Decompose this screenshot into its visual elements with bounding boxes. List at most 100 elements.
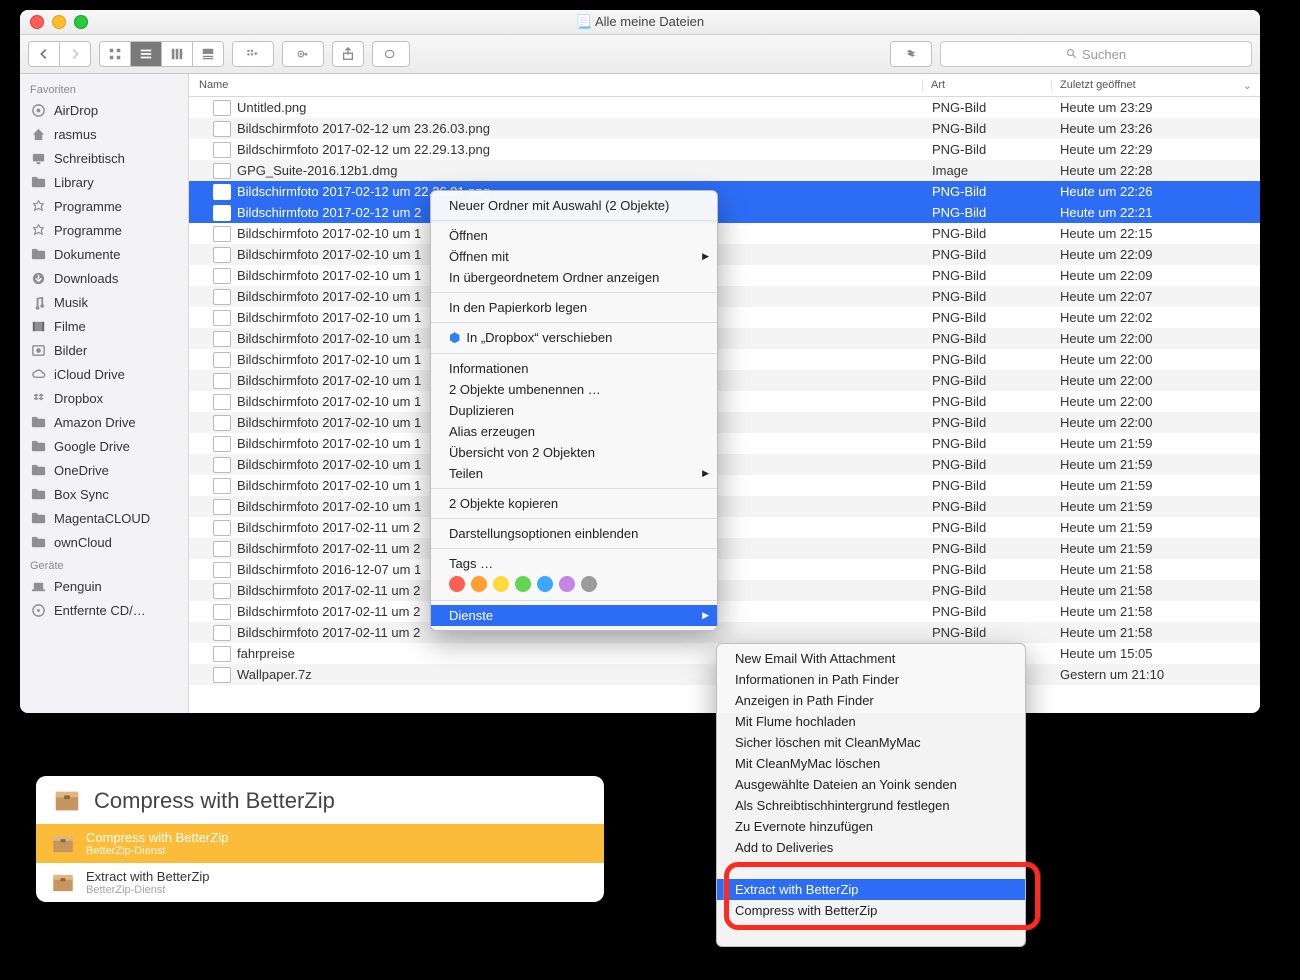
file-row[interactable]: Bildschirmfoto 2017-02-10 um 1PNG-BildHe… bbox=[189, 391, 1260, 412]
menu-services[interactable]: Dienste bbox=[431, 605, 717, 626]
sidebar-item[interactable]: Schreibtisch bbox=[20, 146, 188, 170]
tag-color[interactable] bbox=[559, 576, 575, 592]
file-row[interactable]: Bildschirmfoto 2017-02-10 um 1PNG-BildHe… bbox=[189, 496, 1260, 517]
sidebar-item[interactable]: AirDrop bbox=[20, 98, 188, 122]
services-menu-item[interactable]: Compress with BetterZip bbox=[717, 900, 1025, 921]
tag-color[interactable] bbox=[581, 576, 597, 592]
services-menu-item[interactable]: Add to Deliveries bbox=[717, 837, 1025, 858]
sidebar-device[interactable]: Entfernte CD/… bbox=[20, 598, 188, 622]
file-row[interactable]: Bildschirmfoto 2017-02-10 um 1PNG-BildHe… bbox=[189, 223, 1260, 244]
sidebar-item[interactable]: Programme bbox=[20, 218, 188, 242]
menu-reveal[interactable]: In übergeordnetem Ordner anzeigen bbox=[431, 267, 717, 288]
menu-open[interactable]: Öffnen bbox=[431, 225, 717, 246]
sidebar-item[interactable]: Musik bbox=[20, 290, 188, 314]
tags-button[interactable] bbox=[373, 42, 409, 66]
forward-button[interactable] bbox=[60, 42, 90, 66]
sidebar-item[interactable]: Box Sync bbox=[20, 482, 188, 506]
file-row[interactable]: Bildschirmfoto 2017-02-10 um 1PNG-BildHe… bbox=[189, 475, 1260, 496]
file-row[interactable]: Bildschirmfoto 2017-02-11 um 2PNG-BildHe… bbox=[189, 538, 1260, 559]
sidebar-item[interactable]: Google Drive bbox=[20, 434, 188, 458]
file-row[interactable]: Bildschirmfoto 2017-02-12 um 22.29.13.pn… bbox=[189, 139, 1260, 160]
column-date[interactable]: Zuletzt geöffnet bbox=[1051, 79, 1260, 91]
file-row[interactable]: Bildschirmfoto 2017-02-10 um 1PNG-BildHe… bbox=[189, 433, 1260, 454]
file-row[interactable]: Untitled.pngPNG-BildHeute um 23:29 bbox=[189, 97, 1260, 118]
file-row[interactable]: Bildschirmfoto 2017-02-10 um 1PNG-BildHe… bbox=[189, 370, 1260, 391]
sidebar-item[interactable]: Dropbox bbox=[20, 386, 188, 410]
file-row[interactable]: Bildschirmfoto 2017-02-10 um 1PNG-BildHe… bbox=[189, 307, 1260, 328]
file-row[interactable]: Bildschirmfoto 2017-02-12 um 2PNG-BildHe… bbox=[189, 202, 1260, 223]
list-view-button[interactable] bbox=[131, 42, 162, 66]
services-menu-item[interactable]: Mit Flume hochladen bbox=[717, 711, 1025, 732]
services-menu-item[interactable] bbox=[717, 858, 1025, 879]
column-view-button[interactable] bbox=[162, 42, 193, 66]
share-button[interactable] bbox=[333, 42, 363, 66]
menu-quicklook[interactable]: Übersicht von 2 Objekten bbox=[431, 442, 717, 463]
menu-dropbox[interactable]: ⬢In „Dropbox“ verschieben bbox=[431, 327, 717, 349]
spotlight-result[interactable]: Compress with BetterZipBetterZip-Dienst bbox=[36, 824, 604, 863]
menu-share[interactable]: Teilen bbox=[431, 463, 717, 484]
tag-color[interactable] bbox=[515, 576, 531, 592]
arrange-button[interactable] bbox=[233, 42, 273, 66]
search-field[interactable]: Suchen bbox=[940, 41, 1252, 67]
sidebar-device[interactable]: Penguin bbox=[20, 574, 188, 598]
spotlight-result[interactable]: Extract with BetterZipBetterZip-Dienst bbox=[36, 863, 604, 902]
file-row[interactable]: Bildschirmfoto 2017-02-11 um 2PNG-BildHe… bbox=[189, 580, 1260, 601]
sidebar-item[interactable]: iCloud Drive bbox=[20, 362, 188, 386]
sidebar-item[interactable]: Dokumente bbox=[20, 242, 188, 266]
sidebar-item[interactable]: Downloads bbox=[20, 266, 188, 290]
file-row[interactable]: Bildschirmfoto 2017-02-10 um 1PNG-BildHe… bbox=[189, 328, 1260, 349]
services-menu-item[interactable]: Sicher löschen mit CleanMyMac bbox=[717, 732, 1025, 753]
action-button[interactable] bbox=[283, 42, 323, 66]
file-row[interactable]: Bildschirmfoto 2017-02-10 um 1PNG-BildHe… bbox=[189, 349, 1260, 370]
coverflow-view-button[interactable] bbox=[193, 42, 223, 66]
file-row[interactable]: Bildschirmfoto 2016-12-07 um 1PNG-BildHe… bbox=[189, 559, 1260, 580]
file-row[interactable]: Bildschirmfoto 2017-02-12 um 23.26.03.pn… bbox=[189, 118, 1260, 139]
file-row[interactable]: GPG_Suite-2016.12b1.dmgImageHeute um 22:… bbox=[189, 160, 1260, 181]
file-row[interactable]: Bildschirmfoto 2017-02-10 um 1PNG-BildHe… bbox=[189, 244, 1260, 265]
file-row[interactable]: Bildschirmfoto 2017-02-10 um 1PNG-BildHe… bbox=[189, 454, 1260, 475]
menu-info[interactable]: Informationen bbox=[431, 358, 717, 379]
menu-alias[interactable]: Alias erzeugen bbox=[431, 421, 717, 442]
tag-color[interactable] bbox=[471, 576, 487, 592]
services-menu-item[interactable]: Anzeigen in Path Finder bbox=[717, 690, 1025, 711]
back-button[interactable] bbox=[29, 42, 60, 66]
menu-copy[interactable]: 2 Objekte kopieren bbox=[431, 493, 717, 514]
sidebar-item[interactable]: MagentaCLOUD bbox=[20, 506, 188, 530]
file-row[interactable]: Bildschirmfoto 2017-02-11 um 2PNG-BildHe… bbox=[189, 601, 1260, 622]
services-menu-item[interactable]: Mit CleanMyMac löschen bbox=[717, 753, 1025, 774]
sidebar-item[interactable]: OneDrive bbox=[20, 458, 188, 482]
services-menu-item[interactable]: Extract with BetterZip bbox=[717, 879, 1025, 900]
file-row[interactable]: Bildschirmfoto 2017-02-12 um 22.26.01.pn… bbox=[189, 181, 1260, 202]
menu-new-folder[interactable]: Neuer Ordner mit Auswahl (2 Objekte) bbox=[431, 195, 717, 216]
column-name[interactable]: Name bbox=[189, 79, 922, 91]
file-list[interactable]: Untitled.pngPNG-BildHeute um 23:29Bildsc… bbox=[189, 97, 1260, 713]
file-row[interactable]: Bildschirmfoto 2017-02-10 um 1PNG-BildHe… bbox=[189, 286, 1260, 307]
sidebar-item[interactable]: ownCloud bbox=[20, 530, 188, 554]
tag-color[interactable] bbox=[493, 576, 509, 592]
menu-open-with[interactable]: Öffnen mit bbox=[431, 246, 717, 267]
menu-view-options[interactable]: Darstellungsoptionen einblenden bbox=[431, 523, 717, 544]
services-menu-item[interactable] bbox=[717, 921, 1025, 942]
icon-view-button[interactable] bbox=[100, 42, 131, 66]
services-menu-item[interactable]: Als Schreibtischhintergrund festlegen bbox=[717, 795, 1025, 816]
menu-trash[interactable]: In den Papierkorb legen bbox=[431, 297, 717, 318]
tag-color[interactable] bbox=[537, 576, 553, 592]
services-menu-item[interactable]: Informationen in Path Finder bbox=[717, 669, 1025, 690]
sidebar-item[interactable]: Programme bbox=[20, 194, 188, 218]
column-art[interactable]: Art bbox=[922, 79, 1051, 91]
services-menu-item[interactable]: Ausgewählte Dateien an Yoink senden bbox=[717, 774, 1025, 795]
file-row[interactable]: Bildschirmfoto 2017-02-10 um 1PNG-BildHe… bbox=[189, 412, 1260, 433]
services-menu-item[interactable]: New Email With Attachment bbox=[717, 648, 1025, 669]
menu-rename[interactable]: 2 Objekte umbenennen … bbox=[431, 379, 717, 400]
sidebar-item[interactable]: Library bbox=[20, 170, 188, 194]
file-row[interactable]: Bildschirmfoto 2017-02-10 um 1PNG-BildHe… bbox=[189, 265, 1260, 286]
file-row[interactable]: Bildschirmfoto 2017-02-11 um 2PNG-BildHe… bbox=[189, 622, 1260, 643]
file-row[interactable]: Bildschirmfoto 2017-02-11 um 2PNG-BildHe… bbox=[189, 517, 1260, 538]
tag-color[interactable] bbox=[449, 576, 465, 592]
services-menu-item[interactable]: Zu Evernote hinzufügen bbox=[717, 816, 1025, 837]
sidebar-item[interactable]: rasmus bbox=[20, 122, 188, 146]
sidebar-item[interactable]: Filme bbox=[20, 314, 188, 338]
sidebar-item[interactable]: Bilder bbox=[20, 338, 188, 362]
dropbox-toolbar-button[interactable] bbox=[891, 42, 931, 66]
menu-duplicate[interactable]: Duplizieren bbox=[431, 400, 717, 421]
